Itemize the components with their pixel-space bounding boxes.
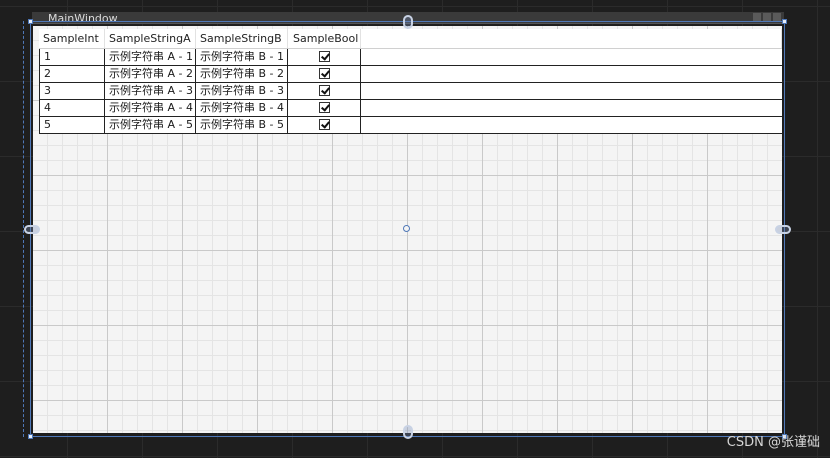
cell-sampleint[interactable]: 1 <box>39 49 105 65</box>
anchor-left-icon[interactable] <box>24 225 40 234</box>
cell-samplestringa[interactable]: 示例字符串 A - 5 <box>105 117 196 133</box>
cell-samplebool <box>288 100 361 116</box>
cell-sampleint[interactable]: 5 <box>39 117 105 133</box>
cell-samplestringa[interactable]: 示例字符串 A - 1 <box>105 49 196 65</box>
resize-handle-bottom-left[interactable] <box>28 434 33 439</box>
resize-handle-top-left[interactable] <box>28 19 33 24</box>
table-row[interactable]: 5 示例字符串 A - 5 示例字符串 B - 5 <box>39 117 782 134</box>
cell-samplestringa[interactable]: 示例字符串 A - 2 <box>105 66 196 82</box>
cell-samplestringb[interactable]: 示例字符串 B - 5 <box>196 117 288 133</box>
cell-samplestringb[interactable]: 示例字符串 B - 4 <box>196 100 288 116</box>
watermark: CSDN @张谨础 <box>726 435 820 450</box>
row-filler <box>361 83 782 99</box>
cell-samplebool <box>288 66 361 82</box>
cell-sampleint[interactable]: 2 <box>39 66 105 82</box>
column-header-samplestringb[interactable]: SampleStringB <box>196 29 288 48</box>
checkbox-checked-icon[interactable] <box>318 68 330 79</box>
column-header-samplebool[interactable]: SampleBool <box>288 29 361 48</box>
cell-sampleint[interactable]: 3 <box>39 83 105 99</box>
cell-samplestringb[interactable]: 示例字符串 B - 3 <box>196 83 288 99</box>
center-point-icon <box>403 225 410 232</box>
cell-samplestringb[interactable]: 示例字符串 B - 2 <box>196 66 288 82</box>
row-filler <box>361 66 782 82</box>
cell-samplebool <box>288 83 361 99</box>
anchor-top-icon[interactable] <box>403 15 413 29</box>
datagrid[interactable]: SampleInt SampleStringA SampleStringB Sa… <box>39 29 782 134</box>
cell-sampleint[interactable]: 4 <box>39 100 105 116</box>
checkbox-checked-icon[interactable] <box>318 85 330 96</box>
datagrid-header: SampleInt SampleStringA SampleStringB Sa… <box>39 29 782 49</box>
close-icon <box>773 13 781 21</box>
table-row[interactable]: 1 示例字符串 A - 1 示例字符串 B - 1 <box>39 49 782 66</box>
checkbox-checked-icon[interactable] <box>318 119 330 130</box>
table-row[interactable]: 3 示例字符串 A - 3 示例字符串 B - 3 <box>39 83 782 100</box>
checkbox-checked-icon[interactable] <box>318 51 330 62</box>
row-filler <box>361 117 782 133</box>
row-filler <box>361 100 782 116</box>
anchor-right-icon[interactable] <box>775 225 791 234</box>
maximize-icon <box>763 13 771 21</box>
column-header-samplestringa[interactable]: SampleStringA <box>105 29 196 48</box>
table-row[interactable]: 2 示例字符串 A - 2 示例字符串 B - 2 <box>39 66 782 83</box>
cell-samplestringa[interactable]: 示例字符串 A - 3 <box>105 83 196 99</box>
cell-samplebool <box>288 49 361 65</box>
column-header-sampleint[interactable]: SampleInt <box>39 29 105 48</box>
anchor-bottom-icon[interactable] <box>403 425 413 439</box>
checkbox-checked-icon[interactable] <box>318 102 330 113</box>
table-row[interactable]: 4 示例字符串 A - 4 示例字符串 B - 4 <box>39 100 782 117</box>
caption-buttons <box>753 13 781 21</box>
column-header-filler <box>361 29 782 48</box>
row-filler <box>361 49 782 65</box>
cell-samplebool <box>288 117 361 133</box>
cell-samplestringa[interactable]: 示例字符串 A - 4 <box>105 100 196 116</box>
cell-samplestringb[interactable]: 示例字符串 B - 1 <box>196 49 288 65</box>
minimize-icon <box>753 13 761 21</box>
resize-handle-top-right[interactable] <box>782 19 787 24</box>
